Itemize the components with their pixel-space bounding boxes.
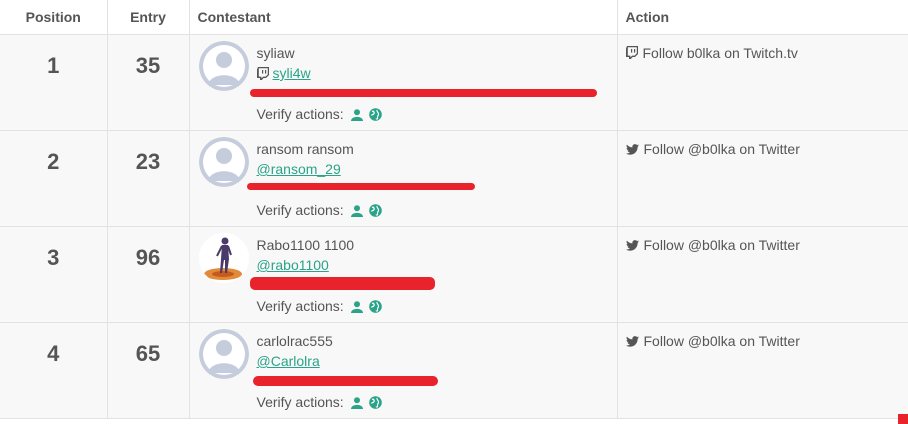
position-cell: 4 <box>0 322 108 419</box>
verify-actions: Verify actions: <box>257 298 383 316</box>
user-icon[interactable] <box>350 396 363 412</box>
leaderboard-table: Position Entry Contestant Action 1 35 sy… <box>0 0 908 419</box>
contestant-handle-link[interactable]: syli4w <box>273 65 311 81</box>
avatar <box>198 41 249 91</box>
globe-icon[interactable] <box>369 108 383 124</box>
contestant-name: ransom ransom <box>256 141 354 157</box>
user-icon[interactable] <box>350 204 363 220</box>
contestant-handle-link[interactable]: @ransom_29 <box>257 161 341 177</box>
contestant-handle-line: @ransom_29 <box>257 161 341 177</box>
contestant-handle-line: syli4w <box>256 65 311 83</box>
user-icon[interactable] <box>350 300 363 316</box>
table-header-row: Position Entry Contestant Action <box>0 0 908 35</box>
action-cell: Follow @b0lka on Twitter <box>617 130 908 227</box>
avatar <box>198 137 249 187</box>
redaction-mark <box>249 277 435 290</box>
contestant-cell: ransom ransom @ransom_29 Verify actions: <box>189 130 618 227</box>
globe-icon[interactable] <box>369 300 383 316</box>
twitch-icon <box>625 46 638 62</box>
entry-cell: 35 <box>107 34 190 131</box>
header-position: Position <box>0 0 108 35</box>
verify-label: Verify actions: <box>256 394 344 410</box>
action-cell: Follow b0lka on Twitch.tv <box>617 34 908 131</box>
redaction-mark <box>249 89 597 97</box>
action-text: Follow @b0lka on Twitter <box>643 237 800 253</box>
avatar <box>198 329 249 379</box>
corner-mark <box>898 414 908 424</box>
header-entry: Entry <box>107 0 190 35</box>
header-action: Action <box>617 0 908 35</box>
verify-actions: Verify actions: <box>257 394 383 412</box>
contestant-name: Rabo1100 1100 <box>256 237 355 253</box>
header-contestant: Contestant <box>189 0 618 35</box>
contestant-cell: Rabo1100 1100 @rabo1100 Verify actions: <box>189 226 618 323</box>
contestant-handle-link[interactable]: @rabo1100 <box>257 257 329 273</box>
contestant-handle-link[interactable]: @Carlolra <box>257 353 320 369</box>
position-cell: 2 <box>0 130 108 227</box>
table-row: 1 35 syliaw syli4w Verify actions: Follo… <box>0 34 908 131</box>
position-cell: 3 <box>0 226 108 323</box>
contestant-handle-line: @Carlolra <box>257 353 320 369</box>
action-cell: Follow @b0lka on Twitter <box>617 322 908 419</box>
table-row: 3 96 Rabo1100 1100 @rabo1100 Verify acti… <box>0 226 908 323</box>
entry-cell: 96 <box>107 226 190 323</box>
twitter-icon <box>625 142 639 158</box>
user-icon[interactable] <box>350 108 363 124</box>
verify-actions: Verify actions: <box>257 202 383 220</box>
redaction-mark <box>252 376 438 386</box>
entry-cell: 23 <box>107 130 190 227</box>
action-text: Follow b0lka on Twitch.tv <box>642 45 798 61</box>
contestant-name: syliaw <box>256 45 295 61</box>
contestant-cell: syliaw syli4w Verify actions: <box>189 34 618 131</box>
globe-icon[interactable] <box>369 396 383 412</box>
globe-icon[interactable] <box>369 204 383 220</box>
verify-label: Verify actions: <box>256 298 344 314</box>
twitch-icon <box>256 67 269 83</box>
table-row: 4 65 carlolrac555 @Carlolra Verify actio… <box>0 322 908 419</box>
verify-actions: Verify actions: <box>257 106 383 124</box>
twitter-icon <box>625 238 639 254</box>
avatar <box>198 233 249 283</box>
position-cell: 1 <box>0 34 108 131</box>
verify-label: Verify actions: <box>256 106 344 122</box>
action-text: Follow @b0lka on Twitter <box>643 141 800 157</box>
verify-label: Verify actions: <box>256 202 344 218</box>
contestant-handle-line: @rabo1100 <box>257 257 329 273</box>
contestant-name: carlolrac555 <box>256 333 333 349</box>
action-text: Follow @b0lka on Twitter <box>643 333 800 349</box>
table-row: 2 23 ransom ransom @ransom_29 Verify act… <box>0 130 908 227</box>
twitter-icon <box>625 334 639 350</box>
entry-cell: 65 <box>107 322 190 419</box>
redaction-mark <box>246 183 475 190</box>
contestant-cell: carlolrac555 @Carlolra Verify actions: <box>189 322 618 419</box>
action-cell: Follow @b0lka on Twitter <box>617 226 908 323</box>
